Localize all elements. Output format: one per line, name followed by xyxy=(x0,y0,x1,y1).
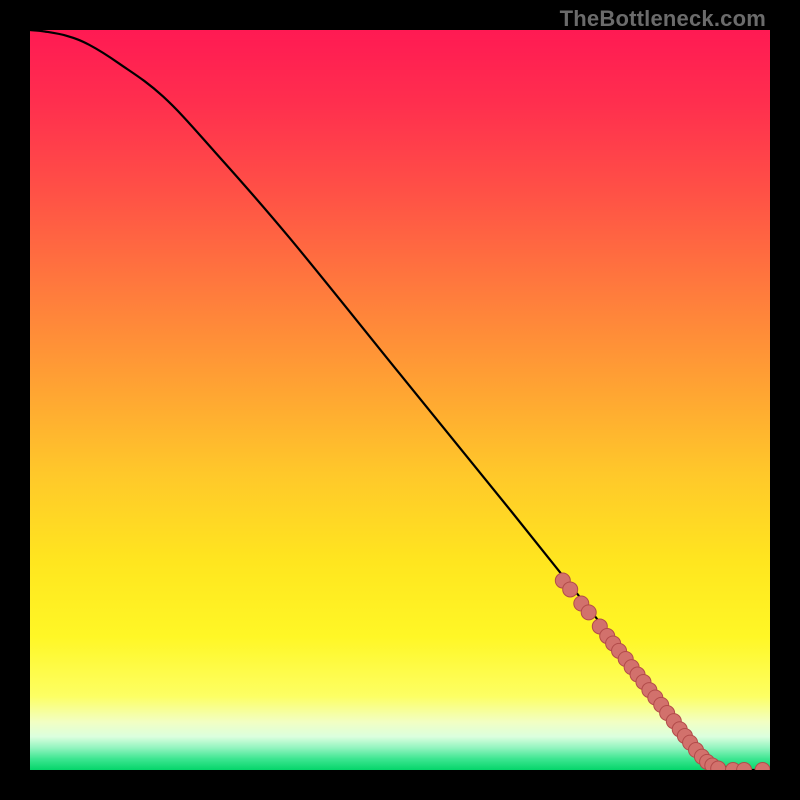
data-marker xyxy=(563,582,578,597)
curve-overlay xyxy=(30,30,770,770)
data-marker xyxy=(581,605,596,620)
plot-area xyxy=(30,30,770,770)
marker-series xyxy=(555,573,770,770)
watermark-text: TheBottleneck.com xyxy=(560,6,766,32)
data-marker xyxy=(755,763,770,771)
chart-root: TheBottleneck.com xyxy=(0,0,800,800)
data-marker xyxy=(737,763,752,771)
bottleneck-curve xyxy=(30,30,770,770)
